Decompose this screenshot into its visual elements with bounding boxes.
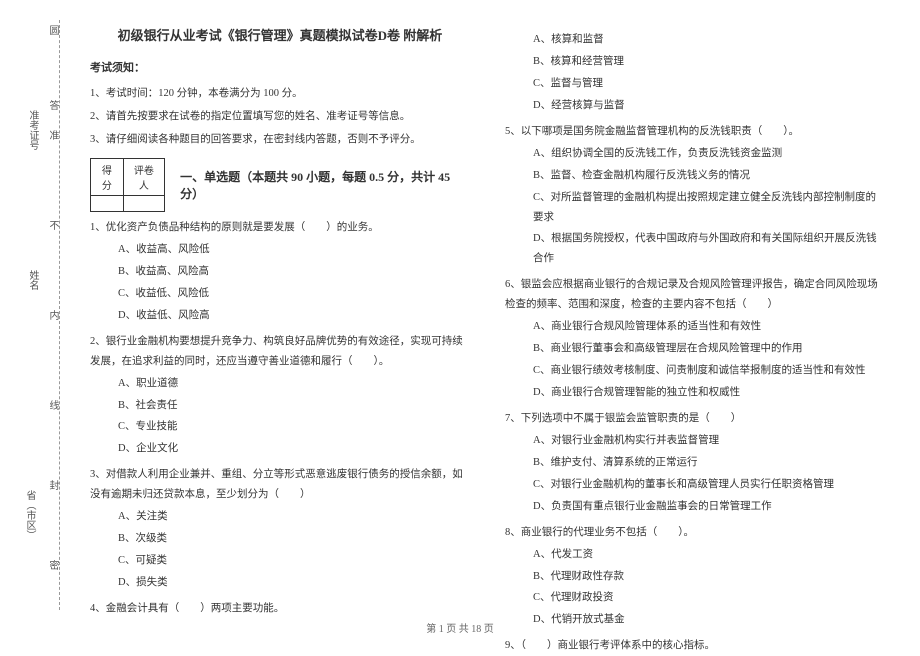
- question-stem: 7、下列选项中不属于银监会监管职责的是（ ）: [505, 409, 885, 429]
- question-stem: 1、优化资产负债品种结构的原则就是要发展（ ）的业务。: [90, 218, 470, 238]
- exam-page: 初级银行从业考试《银行管理》真题模拟试卷D卷 附解析 考试须知： 1、考试时间：…: [60, 20, 900, 610]
- option: B、监督、检查金融机构履行反洗钱义务的情况: [505, 166, 885, 186]
- question-stem: 2、银行业金融机构要想提升竞争力、构筑良好品牌优势的有效途径，实现可持续发展，在…: [90, 332, 470, 372]
- page-footer: 第 1 页 共 18 页: [0, 620, 920, 635]
- question-stem: 8、商业银行的代理业务不包括（ ）。: [505, 523, 885, 543]
- score-header-score: 得分: [91, 159, 124, 196]
- field-label-admission: 准考证号: [25, 110, 40, 150]
- option: D、收益低、风险高: [90, 306, 470, 326]
- binding-char: 准: [45, 130, 60, 144]
- notice-heading: 考试须知：: [90, 59, 470, 75]
- option: D、商业银行合规管理智能的独立性和权威性: [505, 383, 885, 403]
- option: B、代理财政性存款: [505, 567, 885, 587]
- instruction-item: 1、考试时间：120 分钟，本卷满分为 100 分。: [90, 83, 470, 104]
- option: A、对银行业金融机构实行并表监督管理: [505, 431, 885, 451]
- option: A、商业银行合规风险管理体系的适当性和有效性: [505, 317, 885, 337]
- question-stem: 3、对借款人利用企业兼并、重组、分立等形式恶意逃废银行债务的授信余额，如没有逾期…: [90, 465, 470, 505]
- binding-char: 线: [45, 400, 60, 414]
- binding-char-seal: 圆: [45, 25, 60, 39]
- field-label-name: 姓名: [25, 270, 40, 290]
- left-column: 初级银行从业考试《银行管理》真题模拟试卷D卷 附解析 考试须知： 1、考试时间：…: [60, 20, 485, 610]
- instruction-item: 2、请首先按要求在试卷的指定位置填写您的姓名、准考证号等信息。: [90, 106, 470, 127]
- binding-char: 封: [45, 480, 60, 494]
- option: B、次级类: [90, 529, 470, 549]
- option: A、组织协调全国的反洗钱工作，负责反洗钱资金监测: [505, 144, 885, 164]
- option: B、商业银行董事会和高级管理层在合规风险管理中的作用: [505, 339, 885, 359]
- question-stem: 6、银监会应根据商业银行的合规记录及合规风险管理评报告，确定合同风险现场检查的频…: [505, 275, 885, 315]
- option: A、关注类: [90, 507, 470, 527]
- instruction-item: 3、请仔细阅读各种题目的回答要求，在密封线内答题，否则不予评分。: [90, 129, 470, 150]
- option: C、对所监督管理的金融机构提出按照规定建立健全反洗钱内部控制制度的要求: [505, 188, 885, 228]
- option: A、收益高、风险低: [90, 240, 470, 260]
- binding-char: 密: [45, 560, 60, 574]
- binding-margin: 圆 答 准 不 内 线 封 密 准考证号 姓名 省（市区）: [20, 20, 60, 610]
- score-cell[interactable]: [91, 196, 124, 212]
- option: D、根据国务院授权，代表中国政府与外国政府和有关国际组织开展反洗钱合作: [505, 229, 885, 269]
- option: B、核算和经营管理: [505, 52, 885, 72]
- option: A、代发工资: [505, 545, 885, 565]
- question-stem: 4、金融会计具有（ ）两项主要功能。: [90, 599, 470, 619]
- option: D、经营核算与监督: [505, 96, 885, 116]
- option: A、职业道德: [90, 374, 470, 394]
- option: B、维护支付、清算系统的正常运行: [505, 453, 885, 473]
- option: C、代理财政投资: [505, 588, 885, 608]
- binding-char: 内: [45, 310, 60, 324]
- score-table: 得分 评卷人: [90, 158, 165, 212]
- option: D、企业文化: [90, 439, 470, 459]
- option: B、收益高、风险高: [90, 262, 470, 282]
- question-stem: 9、（ ）商业银行考评体系中的核心指标。: [505, 636, 885, 656]
- field-label-province: 省（市区）: [22, 490, 37, 540]
- option: C、商业银行绩效考核制度、问责制度和诚信举报制度的适当性和有效性: [505, 361, 885, 381]
- grader-cell[interactable]: [123, 196, 165, 212]
- option: A、核算和监督: [505, 30, 885, 50]
- option: C、对银行业金融机构的董事长和高级管理人员实行任职资格管理: [505, 475, 885, 495]
- option: C、专业技能: [90, 417, 470, 437]
- option: C、收益低、风险低: [90, 284, 470, 304]
- binding-char: 不: [45, 220, 60, 234]
- score-section-row: 得分 评卷人 一、单选题（本题共 90 小题，每题 0.5 分，共计 45 分）: [90, 158, 470, 212]
- section-title: 一、单选题（本题共 90 小题，每题 0.5 分，共计 45 分）: [180, 168, 470, 202]
- option: D、损失类: [90, 573, 470, 593]
- option: B、社会责任: [90, 396, 470, 416]
- right-column: A、核算和监督 B、核算和经营管理 C、监督与管理 D、经营核算与监督 5、以下…: [485, 20, 900, 610]
- question-stem: 5、以下哪项是国务院金融监督管理机构的反洗钱职责（ ）。: [505, 122, 885, 142]
- binding-char: 答: [45, 100, 60, 114]
- score-header-grader: 评卷人: [123, 159, 165, 196]
- option: C、监督与管理: [505, 74, 885, 94]
- option: D、负责国有重点银行业金融监事会的日常管理工作: [505, 497, 885, 517]
- exam-title: 初级银行从业考试《银行管理》真题模拟试卷D卷 附解析: [90, 25, 470, 44]
- option: C、可疑类: [90, 551, 470, 571]
